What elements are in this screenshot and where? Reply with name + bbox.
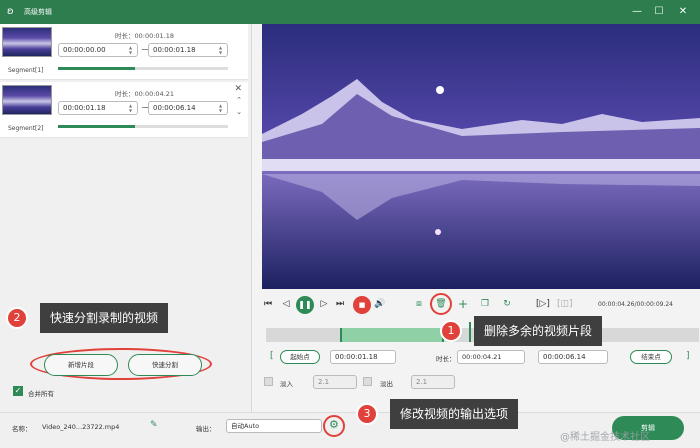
video-preview — [262, 24, 700, 289]
trim-duration-label: 时长： — [436, 355, 456, 363]
copy-icon[interactable]: ❐ — [479, 296, 491, 312]
output-label: 输出： — [196, 425, 216, 433]
watermark: @稀土掘金技术社区 — [560, 432, 650, 443]
output-settings-gear-icon[interactable]: ⚙ — [329, 418, 339, 431]
callout-delete-segment: 删除多余的视频片段 — [474, 316, 603, 346]
segment-duration: 时长：00:00:04.21 — [115, 90, 175, 98]
segment-progress — [58, 67, 228, 70]
playhead[interactable] — [469, 322, 471, 342]
segment-thumbnail — [2, 85, 52, 115]
video-frame-image — [262, 24, 700, 289]
minimize-icon[interactable]: — — [628, 4, 646, 20]
fade-in-field[interactable]: 2.1 — [313, 375, 357, 389]
mark-out-icon[interactable]: [◫] — [557, 296, 573, 312]
callout-quick-split: 快速分割录制的视频 — [40, 303, 169, 333]
stepper-icon[interactable]: ▲ ▼ — [129, 45, 135, 55]
fade-out-checkbox[interactable] — [363, 377, 372, 386]
step-forward-icon[interactable]: ▷ — [319, 296, 329, 312]
chevron-down-icon[interactable]: ⌄ — [236, 108, 242, 116]
fade-out-label: 淡出 — [380, 380, 393, 388]
undo-icon[interactable]: ↻ — [501, 296, 513, 312]
chevron-up-icon[interactable]: ⌃ — [236, 96, 242, 104]
maximize-icon[interactable]: ☐ — [650, 4, 668, 20]
stepper-icon[interactable]: ▲ ▼ — [219, 45, 225, 55]
close-segment-icon[interactable]: ✕ — [234, 84, 242, 94]
quick-split-button[interactable]: 快速分割 — [128, 354, 202, 376]
fade-out-field[interactable]: 2.1 — [411, 375, 455, 389]
skip-end-icon[interactable]: ⏭ — [334, 296, 346, 312]
trim-end-field[interactable]: 00:00:06.14 — [538, 350, 608, 364]
segment-progress — [58, 125, 228, 128]
pause-button[interactable]: ❚❚ — [296, 296, 314, 314]
window-title: 高级剪辑 — [24, 8, 52, 16]
segment-thumbnail — [2, 27, 52, 57]
segment-start-field[interactable]: 00:00:00.00 ▲ ▼ — [58, 43, 138, 57]
bracket-right-icon: ] — [686, 351, 690, 361]
callout-badge-2: 2 — [6, 307, 28, 329]
merge-all-label: 合并所有 — [28, 390, 54, 398]
trim-start-field[interactable]: 00:00:01.18 — [330, 350, 396, 364]
output-select[interactable]: 自动Auto — [226, 419, 322, 433]
bracket-left-icon: [ — [270, 351, 274, 361]
delete-segment-icon[interactable]: 🗑 — [435, 296, 447, 312]
segment-start-field[interactable]: 00:00:01.18 ▲ ▼ — [58, 101, 138, 115]
segment-duration: 时长：00:00:01.18 — [115, 32, 175, 40]
skip-start-icon[interactable]: ⏮ — [263, 296, 273, 312]
app-logo-icon: ʚ — [7, 6, 14, 17]
segment-end-field[interactable]: 00:00:01.18 ▲ ▼ — [148, 43, 228, 57]
file-name-value: Video_240...23722.mp4 — [42, 423, 120, 431]
timeline-selection[interactable] — [340, 328, 444, 342]
callout-badge-3: 3 — [356, 403, 378, 425]
stop-button[interactable]: ■ — [353, 296, 371, 314]
segment-end-field[interactable]: 00:00:06.14 ▲ ▼ — [148, 101, 228, 115]
mark-in-icon[interactable]: [▷] — [536, 296, 550, 312]
edit-name-icon[interactable]: ✎ — [150, 420, 158, 430]
merge-all-checkbox[interactable]: ✓ — [13, 386, 23, 396]
file-name-label: 名称： — [12, 425, 32, 433]
volume-icon[interactable]: 🔊 — [374, 296, 386, 312]
trim-duration-field: 00:00:04.21 — [457, 350, 525, 364]
segment-item[interactable]: Segment[1] 时长：00:00:01.18 00:00:00.00 ▲ ▼ … — [0, 24, 248, 80]
stepper-icon[interactable]: ▲ ▼ — [219, 103, 225, 113]
segment-name: Segment[1] — [8, 67, 44, 74]
step-back-icon[interactable]: ◁ — [281, 296, 291, 312]
callout-badge-1: 1 — [440, 320, 462, 342]
split-icon[interactable]: ⧈ — [413, 296, 425, 312]
time-display: 00:00:04.26/00:00:09.24 — [598, 301, 673, 308]
fade-in-checkbox[interactable] — [264, 377, 273, 386]
stepper-icon[interactable]: ▲ ▼ — [129, 103, 135, 113]
add-icon[interactable]: + — [457, 296, 469, 312]
new-segment-button[interactable]: 新增片段 — [44, 354, 118, 376]
fade-in-label: 淡入 — [280, 380, 293, 388]
segment-name: Segment[2] — [8, 125, 44, 132]
set-end-button[interactable]: 结束点 — [630, 350, 672, 364]
title-bar: ʚ 高级剪辑 — ☐ ✕ — [0, 0, 700, 24]
close-window-icon[interactable]: ✕ — [674, 4, 692, 20]
set-start-button[interactable]: 起始点 — [280, 350, 320, 364]
callout-output-options: 修改视频的输出选项 — [390, 399, 519, 429]
segment-item[interactable]: Segment[2] 时长：00:00:04.21 00:00:01.18 ▲ ▼ … — [0, 82, 248, 138]
